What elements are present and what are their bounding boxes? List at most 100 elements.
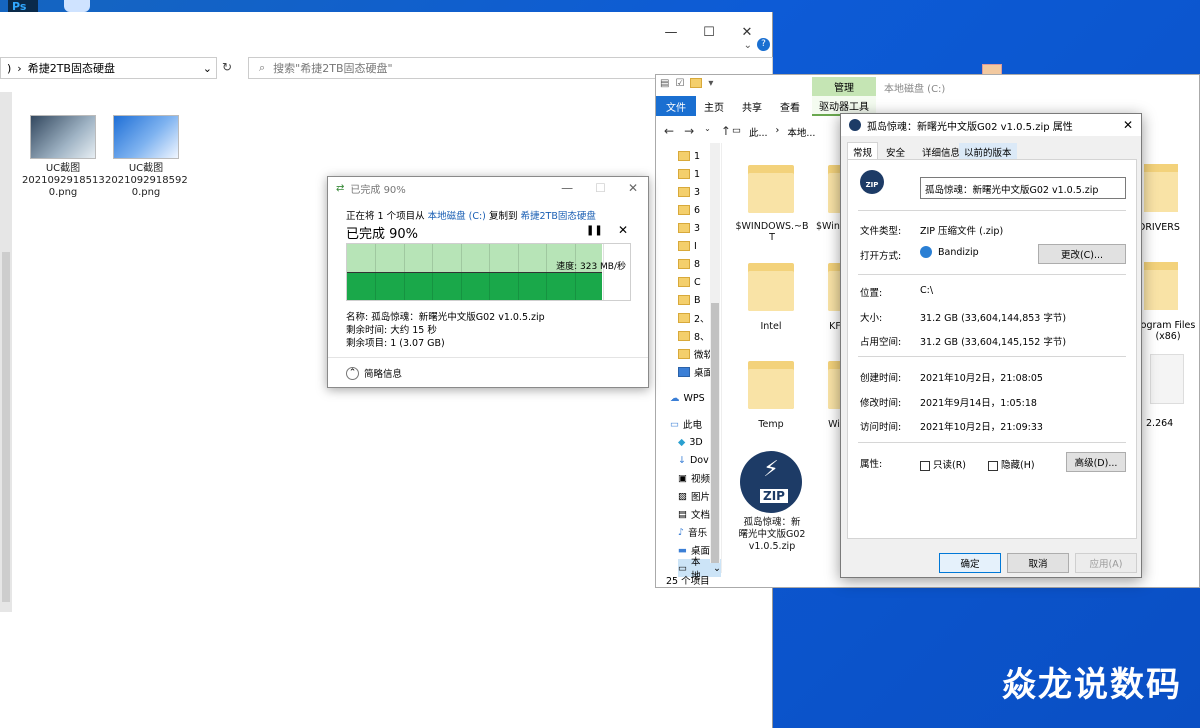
tab-share[interactable]: 共享 (734, 96, 770, 116)
folder-label: Intel (760, 321, 782, 332)
close-icon[interactable]: ✕ (618, 223, 628, 237)
nav-item[interactable]: 8 (678, 255, 700, 273)
tab-details[interactable]: 详细信息 (917, 143, 965, 160)
scrollbar[interactable] (0, 92, 12, 612)
copy-description: 正在将 1 个项目从 本地磁盘 (C:) 复制到 希捷2TB固态硬盘 (346, 208, 596, 222)
nav-item[interactable]: ◆ 3D (678, 433, 703, 451)
folder-icon[interactable] (748, 355, 794, 409)
app-icon[interactable]: ▤ (660, 78, 669, 91)
copy-text: 复制到 (488, 211, 518, 222)
expand-ribbon-icon[interactable]: ⌄ (744, 40, 752, 51)
nav-item[interactable]: ▤ 文档 (678, 505, 710, 523)
file-name: UC截图 (45, 163, 81, 174)
chevron-down-icon[interactable]: ⌄ (203, 62, 212, 75)
advanced-button[interactable]: 高级(D)... (1066, 452, 1126, 472)
search-icon: ⌕ (259, 61, 266, 74)
destination-link[interactable]: 希捷2TB固态硬盘 (520, 211, 595, 222)
close-button[interactable]: ✕ (1123, 118, 1133, 132)
nav-item[interactable]: ▨ 图片 (678, 487, 710, 505)
cancel-button[interactable]: 取消 (1007, 553, 1069, 573)
nav-item-wps[interactable]: ☁ WPS (670, 389, 705, 407)
percent-complete: 已完成 90% (346, 227, 419, 242)
app-icon[interactable] (64, 0, 90, 12)
file-icon[interactable] (1150, 354, 1184, 404)
speed-label: 速度: 323 MB/秒 (556, 262, 626, 272)
nav-item[interactable]: ♪ 音乐 (678, 523, 707, 541)
nav-item[interactable]: ↓ Dov (678, 451, 709, 469)
less-details-button[interactable]: ⌃ 简略信息 (346, 366, 402, 380)
nav-item[interactable]: C (678, 273, 701, 291)
address-bar[interactable]: ) › 希捷2TB固态硬盘 ⌄ (0, 57, 217, 79)
chevron-right-icon: › (775, 125, 780, 136)
breadcrumb-item[interactable]: 此... (749, 125, 768, 139)
refresh-icon[interactable]: ↻ (222, 60, 232, 74)
tab-file[interactable]: 文件 (656, 96, 696, 116)
open-with-label: 打开方式: (860, 251, 902, 262)
folder-icon[interactable] (1144, 256, 1178, 310)
folder-icon[interactable] (748, 159, 794, 213)
drive-icon: ▭ (732, 125, 741, 136)
breadcrumb[interactable]: ▭ 此... › 本地... (732, 125, 815, 139)
address-prefix: ) (7, 61, 12, 75)
nav-item-this-pc[interactable]: ▭ 此电 (670, 415, 702, 433)
nav-item[interactable]: 3 (678, 219, 700, 237)
breadcrumb-item[interactable]: 本地... (787, 125, 815, 139)
readonly-checkbox[interactable]: 只读(R) (920, 457, 966, 471)
nav-item[interactable]: 1 (678, 165, 700, 183)
file-item[interactable]: UC截图 2021092918592 0.png (105, 115, 188, 199)
minimize-button[interactable]: — (561, 181, 573, 195)
location-value: C:\ (920, 285, 934, 296)
chevron-down-icon[interactable]: ⌄ (704, 124, 711, 138)
pictures-icon: ▨ (678, 490, 687, 502)
nav-item[interactable]: I (678, 237, 697, 255)
type-label: 文件类型: (860, 226, 902, 237)
source-link[interactable]: 本地磁盘 (C:) (428, 211, 486, 222)
nav-item[interactable]: B (678, 291, 701, 309)
up-icon[interactable]: ↑ (721, 124, 731, 138)
nav-item[interactable]: 2、 (678, 309, 710, 327)
hidden-checkbox[interactable]: 隐藏(H) (988, 457, 1035, 471)
accessed-value: 2021年10月2日，21:09:33 (920, 422, 1043, 433)
zip-file-icon[interactable]: ⚡ ZIP (740, 451, 802, 513)
properties-icon[interactable]: ☑ (675, 78, 684, 91)
minimize-button[interactable]: — (652, 20, 690, 44)
nav-item[interactable]: 微软 (678, 345, 713, 363)
forward-icon[interactable]: → (684, 124, 694, 138)
desktop-icon: ▬ (678, 544, 687, 556)
nav-item[interactable]: 8、 (678, 327, 710, 345)
created-value: 2021年10月2日，21:08:05 (920, 373, 1043, 384)
file-name: 0.png (131, 187, 161, 198)
back-icon[interactable]: ← (664, 124, 674, 138)
copy-text: 正在将 1 个项目从 (346, 211, 425, 222)
nav-buttons: ← → ⌄ ↑ (664, 124, 731, 138)
tab-home[interactable]: 主页 (698, 96, 730, 116)
tab-view[interactable]: 查看 (774, 96, 806, 116)
tab-general[interactable]: 常规 (847, 142, 879, 160)
pause-icon[interactable]: ❚❚ (586, 225, 603, 236)
change-button[interactable]: 更改(C)... (1038, 244, 1126, 264)
context-tab[interactable]: 管理 (812, 77, 876, 96)
nav-item[interactable]: 6 (678, 201, 700, 219)
close-button[interactable]: ✕ (628, 181, 638, 195)
file-name-line: 名称: 孤岛惊魂：新曙光中文版G02 v1.0.5.zip (346, 312, 545, 323)
nav-item[interactable]: ▣ 视频 (678, 469, 710, 487)
chevron-down-icon[interactable]: ▾ (708, 78, 713, 91)
help-icon[interactable]: ? (757, 38, 770, 51)
filename-field[interactable]: 孤岛惊魂：新曙光中文版G02 v1.0.5.zip (920, 177, 1126, 199)
nav-scrollbar[interactable] (710, 143, 720, 563)
type-value: ZIP 压缩文件 (.zip) (920, 226, 1004, 237)
tab-security[interactable]: 安全 (881, 143, 910, 160)
folder-icon[interactable] (1144, 158, 1178, 212)
window-title: 本地磁盘 (C:) (884, 84, 946, 95)
folder-icon[interactable] (690, 78, 703, 91)
ok-button[interactable]: 确定 (939, 553, 1001, 573)
nav-item[interactable]: 3 (678, 183, 700, 201)
maximize-button[interactable]: ☐ (595, 181, 606, 195)
file-item[interactable]: UC截图 2021092918513 0.png (22, 115, 105, 199)
tab-previous-versions[interactable]: 以前的版本 (959, 143, 1017, 160)
nav-item[interactable]: 桌面 (678, 363, 713, 381)
folder-icon[interactable] (748, 257, 794, 311)
nav-item[interactable]: 1 (678, 147, 700, 165)
maximize-button[interactable]: ☐ (690, 20, 728, 44)
apply-button[interactable]: 应用(A) (1075, 553, 1137, 573)
